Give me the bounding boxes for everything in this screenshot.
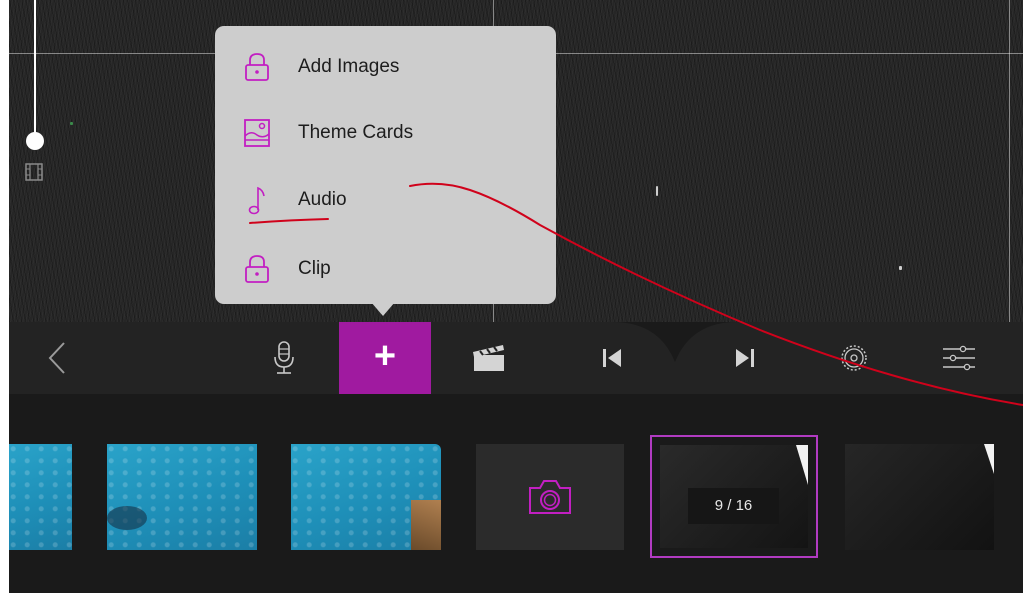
plus-icon: + xyxy=(373,335,397,377)
timeline-clip[interactable] xyxy=(9,444,72,550)
film-strip-icon xyxy=(25,163,43,181)
skip-forward-icon xyxy=(736,349,754,367)
image-icon xyxy=(244,119,270,147)
add-media-button[interactable]: + xyxy=(339,322,431,394)
speck xyxy=(899,266,902,270)
editor-toolbar xyxy=(9,322,1023,394)
grid-line xyxy=(1009,0,1010,322)
timeline-clip[interactable] xyxy=(291,444,441,550)
microphone-icon xyxy=(274,341,294,374)
sliders-icon xyxy=(943,345,975,371)
speck xyxy=(656,186,658,196)
timeline-clip[interactable] xyxy=(845,444,994,550)
music-note-icon xyxy=(248,186,265,215)
popover-arrow xyxy=(371,302,395,316)
menu-item-clip[interactable]: Clip xyxy=(215,239,556,299)
skip-back-button[interactable] xyxy=(594,322,630,394)
voiceover-button[interactable] xyxy=(267,322,301,394)
skip-forward-button[interactable] xyxy=(727,322,763,394)
menu-item-label: Add Images xyxy=(298,56,400,77)
timeline-clip[interactable] xyxy=(107,444,257,550)
selected-timeline-clip[interactable]: 9 / 16 xyxy=(650,435,818,558)
menu-item-label: Clip xyxy=(298,258,331,279)
clip-thumbnail: 9 / 16 xyxy=(660,445,808,548)
camera-icon xyxy=(529,480,571,514)
zoom-slider-track[interactable] xyxy=(34,0,36,136)
clapperboard-button[interactable] xyxy=(469,322,509,394)
clip-timeline[interactable]: 9 / 16 xyxy=(9,394,1023,593)
zoom-slider-handle[interactable] xyxy=(26,132,44,150)
skip-back-icon xyxy=(603,349,621,367)
menu-item-theme-cards[interactable]: Theme Cards xyxy=(215,103,556,163)
settings-button[interactable] xyxy=(834,322,874,394)
back-chevron-icon xyxy=(48,342,65,374)
menu-item-add-images[interactable]: Add Images xyxy=(215,37,556,97)
project-settings-button[interactable] xyxy=(939,322,979,394)
clapperboard-icon xyxy=(473,345,504,371)
speck xyxy=(70,122,73,125)
clip-counter: 9 / 16 xyxy=(688,488,779,524)
lock-icon xyxy=(245,255,269,283)
settings-gear-icon xyxy=(841,345,867,371)
camera-capture-tile[interactable] xyxy=(476,444,624,550)
menu-item-label: Audio xyxy=(298,189,347,210)
menu-item-label: Theme Cards xyxy=(298,122,414,143)
menu-item-audio[interactable]: Audio xyxy=(215,170,556,230)
video-editor-app: + 9 / 16 Add Images Theme Cards Audio Cl… xyxy=(9,0,1023,593)
lock-icon xyxy=(245,53,269,81)
add-media-popover: Add Images Theme Cards Audio Clip xyxy=(215,26,556,304)
back-button[interactable] xyxy=(37,322,77,394)
